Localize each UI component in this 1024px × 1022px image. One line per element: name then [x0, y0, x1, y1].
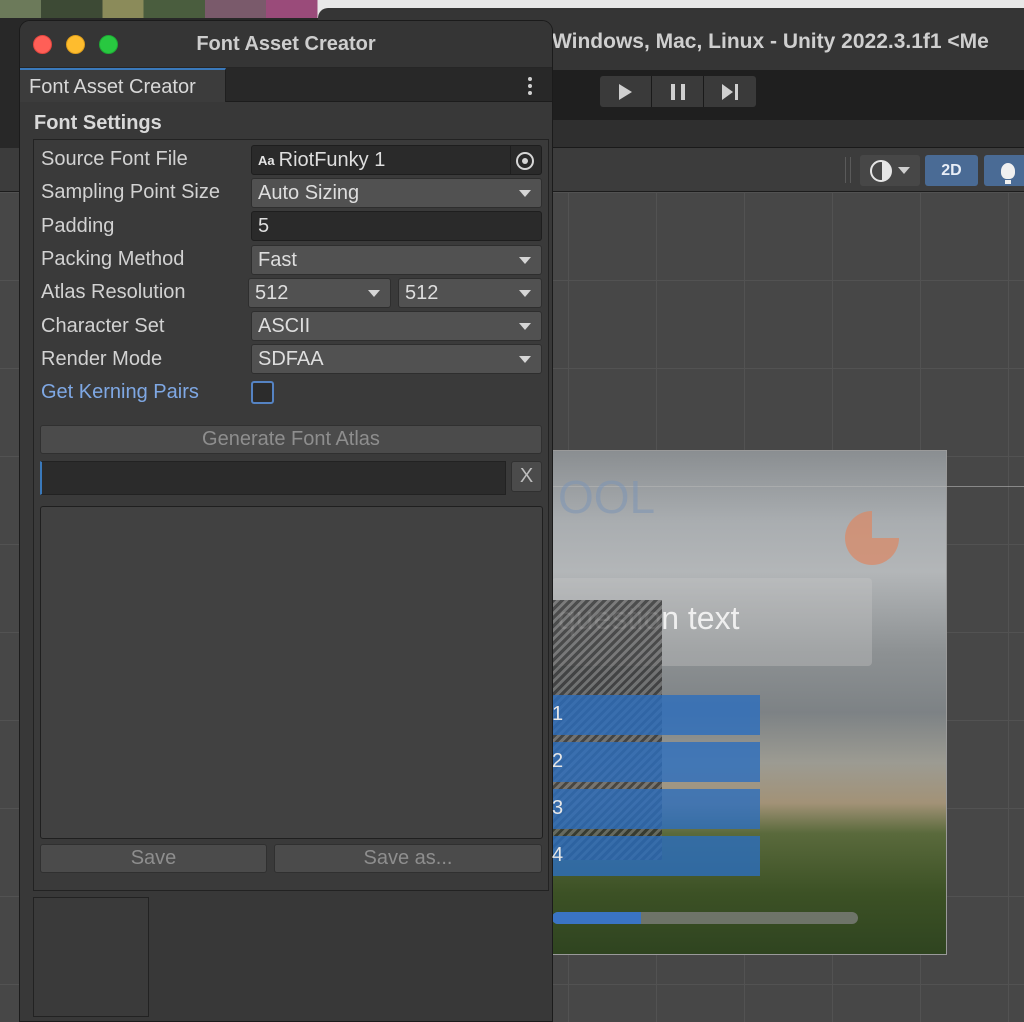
- save-button[interactable]: Save: [40, 844, 267, 873]
- packing-method-dropdown[interactable]: Fast: [251, 245, 542, 275]
- step-icon: [722, 83, 738, 100]
- chevron-down-icon: [519, 356, 531, 363]
- lighting-toggle[interactable]: [984, 155, 1024, 186]
- window-title: Font Asset Creator: [196, 33, 376, 55]
- font-file-icon: Aa: [258, 152, 275, 168]
- tab-font-asset-creator[interactable]: Font Asset Creator: [20, 68, 226, 102]
- answer-label: 1: [552, 703, 564, 725]
- answer-button-2: [552, 742, 760, 782]
- get-kerning-pairs-label: Get Kerning Pairs: [41, 381, 199, 403]
- font-asset-creator-window: Font Asset Creator Font Asset Creator Fo…: [19, 20, 553, 1022]
- output-log-area[interactable]: [40, 506, 543, 839]
- character-set-value: ASCII: [258, 314, 311, 337]
- atlas-width-value: 512: [255, 281, 289, 304]
- padding-value: 5: [258, 214, 270, 237]
- section-title: Font Settings: [34, 112, 162, 134]
- game-header-text: OOL: [558, 471, 656, 523]
- pause-icon: [670, 83, 685, 100]
- toolbar-separator: [845, 157, 851, 183]
- atlas-height-value: 512: [405, 281, 439, 304]
- play-button[interactable]: [600, 76, 652, 107]
- source-font-file-label: Source Font File: [41, 148, 188, 170]
- kebab-menu-icon[interactable]: [528, 77, 532, 95]
- chevron-down-icon: [368, 290, 380, 297]
- render-mode-dropdown[interactable]: SDFAA: [251, 344, 542, 374]
- packing-method-value: Fast: [258, 248, 297, 271]
- answer-label: 3: [552, 797, 564, 819]
- circle-half-icon: [870, 159, 892, 182]
- padding-input[interactable]: 5: [251, 211, 542, 241]
- atlas-height-dropdown[interactable]: 512: [398, 278, 542, 308]
- answer-button-1: [552, 695, 760, 735]
- atlas-resolution-label: Atlas Resolution: [41, 281, 186, 303]
- desktop: Windows, Mac, Linux - Unity 2022.3.1f1 <…: [0, 0, 1024, 1022]
- clear-button[interactable]: X: [511, 461, 542, 492]
- step-button[interactable]: [704, 76, 756, 107]
- padding-label: Padding: [41, 215, 115, 237]
- character-set-label: Character Set: [41, 315, 165, 337]
- answer-button-4: [552, 836, 760, 876]
- sampling-point-size-dropdown[interactable]: Auto Sizing: [251, 178, 542, 208]
- packing-method-label: Packing Method: [41, 248, 185, 270]
- window-titlebar[interactable]: Font Asset Creator: [20, 21, 552, 68]
- character-set-dropdown[interactable]: ASCII: [251, 311, 542, 341]
- editor-title: Windows, Mac, Linux - Unity 2022.3.1f1 <…: [552, 30, 989, 53]
- chevron-down-icon: [519, 257, 531, 264]
- lightbulb-icon: [1001, 162, 1015, 184]
- game-progress-fill: [552, 912, 641, 924]
- tab-bar: Font Asset Creator: [20, 68, 552, 102]
- mode-2d-button[interactable]: 2D: [925, 155, 978, 186]
- play-controls: [600, 76, 756, 107]
- answer-label: 2: [552, 750, 564, 772]
- chevron-down-icon: [898, 167, 910, 174]
- sampling-point-size-value: Auto Sizing: [258, 181, 360, 204]
- pause-button[interactable]: [652, 76, 704, 107]
- atlas-width-dropdown[interactable]: 512: [248, 278, 391, 308]
- object-picker-icon[interactable]: [516, 152, 534, 170]
- save-as-button[interactable]: Save as...: [274, 844, 542, 873]
- answer-button-3: [552, 789, 760, 829]
- output-filter-input[interactable]: [40, 461, 506, 495]
- chevron-down-icon: [519, 290, 531, 297]
- chevron-down-icon: [519, 190, 531, 197]
- render-mode-value: SDFAA: [258, 347, 324, 370]
- atlas-preview: [33, 897, 149, 1017]
- render-mode-label: Render Mode: [41, 348, 163, 370]
- timer-pie: [845, 511, 899, 565]
- source-font-file-value: RiotFunky 1: [278, 148, 386, 171]
- get-kerning-pairs-checkbox[interactable]: [251, 381, 274, 404]
- answer-label: 4: [552, 844, 564, 866]
- gizmo-dropdown[interactable]: [860, 155, 920, 186]
- source-font-file-field[interactable]: Aa RiotFunky 1: [251, 145, 542, 175]
- generate-font-atlas-button[interactable]: Generate Font Atlas: [40, 425, 542, 454]
- sampling-point-size-label: Sampling Point Size: [41, 181, 220, 203]
- chevron-down-icon: [519, 323, 531, 330]
- play-icon: [619, 83, 632, 100]
